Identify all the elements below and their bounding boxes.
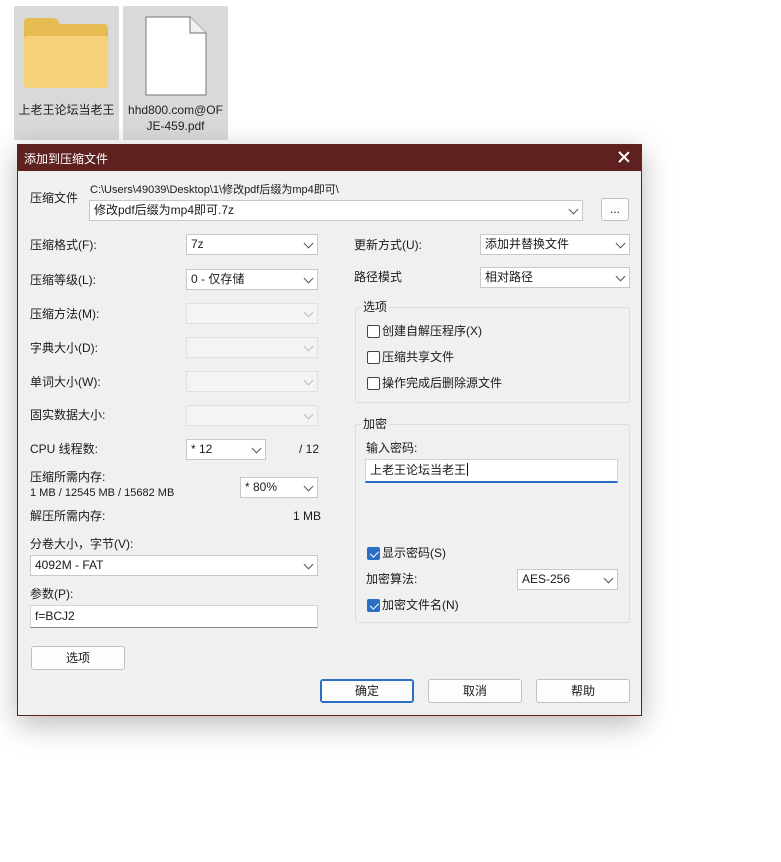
options-button[interactable]: 选项 xyxy=(31,646,125,670)
level-label: 压缩等级(L): xyxy=(30,273,97,287)
chevron-down-icon xyxy=(568,204,579,215)
dialog-titlebar: 添加到压缩文件 xyxy=(18,145,641,171)
close-icon[interactable] xyxy=(615,148,633,166)
add-to-archive-dialog: 添加到压缩文件 压缩文件 C:\Users\49039\Desktop\1\修改… xyxy=(17,144,642,716)
volume-label: 分卷大小，字节(V): xyxy=(30,537,134,551)
encryption-method-value: AES-256 xyxy=(522,572,571,586)
mem-decompress-label: 解压所需内存: xyxy=(30,509,106,523)
password-value: 上老王论坛当老王 xyxy=(370,463,467,477)
dialog-title: 添加到压缩文件 xyxy=(24,152,109,166)
delete-after-label: 操作完成后删除源文件 xyxy=(382,376,503,390)
show-password-checkbox[interactable] xyxy=(367,547,380,560)
format-select[interactable]: 7z xyxy=(186,234,318,255)
cpu-value: * 12 xyxy=(191,442,213,456)
archive-name-value: 修改pdf后缀为mp4即可.7z xyxy=(94,203,235,217)
delete-after-checkbox[interactable] xyxy=(367,377,380,390)
encryption-method-label: 加密算法: xyxy=(366,572,418,586)
path-mode-select[interactable]: 相对路径 xyxy=(480,267,630,288)
folder-icon xyxy=(24,18,108,90)
chevron-down-icon xyxy=(303,341,314,352)
encrypt-names-checkbox[interactable] xyxy=(367,599,380,612)
path-mode-value: 相对路径 xyxy=(485,270,534,284)
chevron-down-icon xyxy=(603,573,614,584)
desktop-file-item[interactable]: hhd800.com@OFJE-459.pdf xyxy=(123,6,228,140)
desktop-item-label: hhd800.com@OFJE-459.pdf xyxy=(128,103,223,133)
mem-compress-value: * 80% xyxy=(245,480,278,494)
path-mode-label: 路径模式 xyxy=(354,270,403,284)
chevron-down-icon xyxy=(251,443,262,454)
update-select[interactable]: 添加并替换文件 xyxy=(480,234,630,255)
word-label: 单词大小(W): xyxy=(30,375,101,389)
show-password-label: 显示密码(S) xyxy=(382,546,446,560)
method-select[interactable] xyxy=(186,303,318,324)
encrypt-names-label: 加密文件名(N) xyxy=(382,598,459,612)
volume-select[interactable]: 4092M - FAT xyxy=(30,555,318,576)
desktop-folder-item[interactable]: 上老王论坛当老王 xyxy=(14,6,119,140)
format-label: 压缩格式(F): xyxy=(30,238,97,252)
solid-select[interactable] xyxy=(186,405,318,426)
chevron-down-icon xyxy=(303,481,314,492)
help-button[interactable]: 帮助 xyxy=(536,679,630,703)
desktop-item-label: 上老王论坛当老王 xyxy=(18,103,115,117)
chevron-down-icon xyxy=(303,273,314,284)
dict-label: 字典大小(D): xyxy=(30,341,98,355)
level-value: 0 - 仅存储 xyxy=(191,272,245,286)
dict-select[interactable] xyxy=(186,337,318,358)
format-value: 7z xyxy=(191,237,204,251)
chevron-down-icon xyxy=(615,271,626,282)
password-input[interactable]: 上老王论坛当老王 xyxy=(365,459,618,483)
cpu-total: / 12 xyxy=(299,442,320,456)
chevron-down-icon xyxy=(303,238,314,249)
method-label: 压缩方法(M): xyxy=(30,307,100,321)
password-label: 输入密码: xyxy=(366,441,418,455)
cpu-select[interactable]: * 12 xyxy=(186,439,266,460)
archive-name-combo[interactable]: 修改pdf后缀为mp4即可.7z xyxy=(89,200,583,221)
mem-decompress-value: 1 MB xyxy=(293,509,322,523)
params-input[interactable]: f=BCJ2 xyxy=(30,605,318,628)
cpu-label: CPU 线程数: xyxy=(30,442,99,456)
params-label: 参数(P): xyxy=(30,587,74,601)
chevron-down-icon xyxy=(303,307,314,318)
ok-button[interactable]: 确定 xyxy=(320,679,414,703)
mem-compress-select[interactable]: * 80% xyxy=(240,477,318,498)
mem-compress-label: 压缩所需内存: xyxy=(30,470,106,484)
text-caret xyxy=(467,463,469,476)
update-label: 更新方式(U): xyxy=(354,238,422,252)
document-icon xyxy=(145,16,207,96)
shared-files-label: 压缩共享文件 xyxy=(382,350,455,364)
sfx-label: 创建自解压程序(X) xyxy=(382,324,482,338)
sfx-checkbox[interactable] xyxy=(367,325,380,338)
update-value: 添加并替换文件 xyxy=(485,237,570,251)
encryption-method-select[interactable]: AES-256 xyxy=(517,569,618,590)
browse-button[interactable]: ... xyxy=(601,198,629,221)
solid-label: 固实数据大小: xyxy=(30,408,106,422)
archive-label: 压缩文件 xyxy=(30,191,79,205)
archive-path: C:\Users\49039\Desktop\1\修改pdf后缀为mp4即可\ xyxy=(90,184,339,196)
word-select[interactable] xyxy=(186,371,318,392)
shared-files-checkbox[interactable] xyxy=(367,351,380,364)
chevron-down-icon xyxy=(303,409,314,420)
chevron-down-icon xyxy=(303,559,314,570)
volume-value: 4092M - FAT xyxy=(35,558,104,572)
mem-compress-detail: 1 MB / 12545 MB / 15682 MB xyxy=(30,487,175,499)
level-select[interactable]: 0 - 仅存储 xyxy=(186,269,318,290)
cancel-button[interactable]: 取消 xyxy=(428,679,522,703)
encryption-group-title: 加密 xyxy=(361,417,390,431)
chevron-down-icon xyxy=(303,375,314,386)
chevron-down-icon xyxy=(615,238,626,249)
options-group-title: 选项 xyxy=(361,300,390,314)
